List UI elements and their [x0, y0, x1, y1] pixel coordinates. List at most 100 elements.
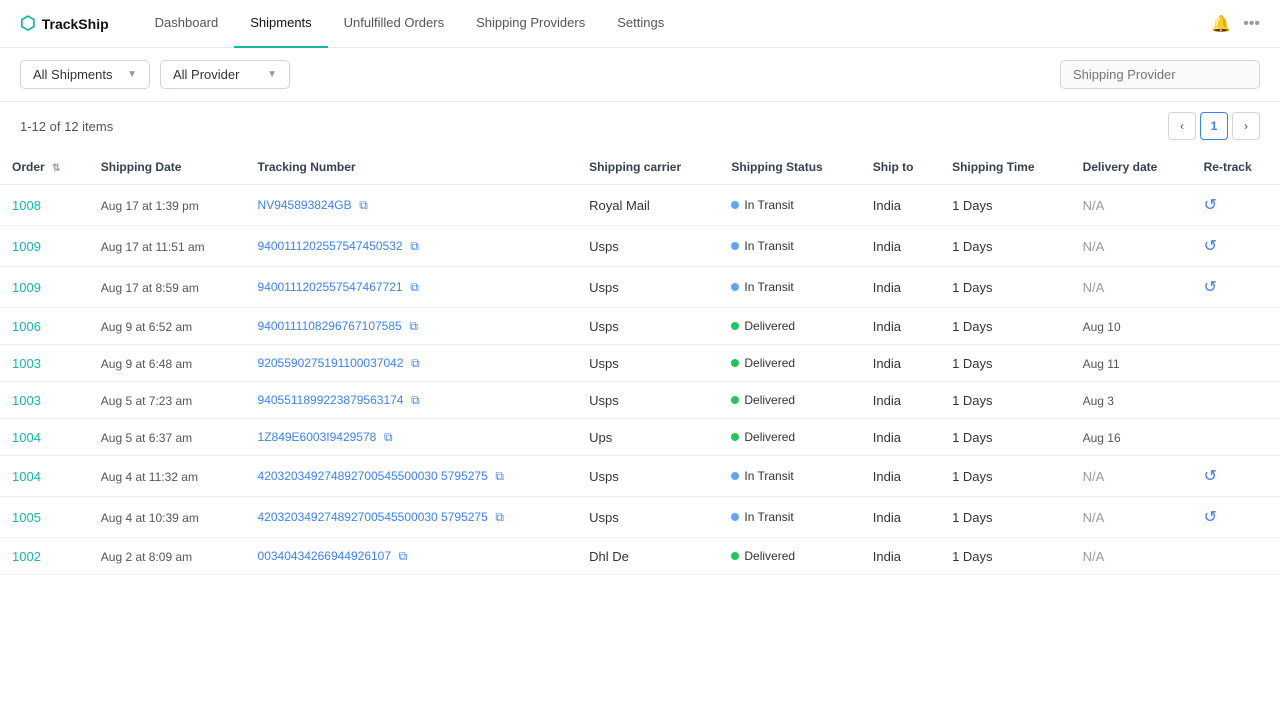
page-1-button[interactable]: 1	[1200, 112, 1228, 140]
shipping-time-value: 1 Days	[952, 198, 992, 213]
copy-icon[interactable]: ⧉	[384, 430, 393, 444]
next-page-button[interactable]: ›	[1232, 112, 1260, 140]
provider-filter-dropdown[interactable]: All Provider ▼	[160, 60, 290, 89]
search-provider-input[interactable]	[1060, 60, 1260, 89]
tracking-number-link[interactable]: 420320349274892700545500030 5795275	[258, 510, 488, 524]
items-count: 1-12 of 12 items	[20, 119, 113, 134]
shipments-filter-label: All Shipments	[33, 67, 112, 82]
retrack-button[interactable]: ↺	[1204, 468, 1217, 485]
ship-to-value: India	[873, 510, 901, 525]
bell-icon[interactable]: 🔔	[1211, 14, 1231, 34]
retrack-button[interactable]: ↺	[1204, 197, 1217, 214]
cell-delivery-date: N/A	[1071, 267, 1192, 308]
col-ship-to: Ship to	[861, 150, 940, 185]
tab-dashboard[interactable]: Dashboard	[139, 0, 235, 48]
order-link[interactable]: 1006	[12, 319, 41, 334]
copy-icon[interactable]: ⧉	[411, 356, 420, 370]
cell-delivery-date: N/A	[1071, 497, 1192, 538]
table-row: 1006 Aug 9 at 6:52 am 940011110829676710…	[0, 308, 1280, 345]
copy-icon[interactable]: ⧉	[410, 239, 419, 253]
retrack-button[interactable]: ↺	[1204, 509, 1217, 526]
tracking-number-link[interactable]: 1Z849E6003I9429578	[258, 430, 377, 444]
carrier-value: Usps	[589, 510, 619, 525]
shipments-filter-dropdown[interactable]: All Shipments ▼	[20, 60, 150, 89]
cell-shipping-time: 1 Days	[940, 226, 1071, 267]
delivery-date-value: Aug 16	[1083, 431, 1121, 445]
status-dot	[731, 552, 739, 560]
tracking-number-link[interactable]: 9400111108296767107585	[258, 319, 402, 333]
copy-icon[interactable]: ⧉	[409, 319, 418, 333]
copy-icon[interactable]: ⧉	[495, 469, 504, 483]
cell-status: Delivered	[719, 345, 860, 382]
tab-shipments[interactable]: Shipments	[234, 0, 327, 48]
cell-delivery-date: N/A	[1071, 456, 1192, 497]
ship-to-value: India	[873, 430, 901, 445]
ship-to-value: India	[873, 469, 901, 484]
copy-icon[interactable]: ⧉	[495, 510, 504, 524]
cell-retrack	[1192, 308, 1280, 345]
cell-ship-to: India	[861, 382, 940, 419]
tab-settings[interactable]: Settings	[601, 0, 680, 48]
status-dot	[731, 242, 739, 250]
retrack-button[interactable]: ↺	[1204, 279, 1217, 296]
tracking-number-link[interactable]: 9405511899223879563174	[258, 393, 404, 407]
copy-icon[interactable]: ⧉	[359, 198, 368, 212]
copy-icon[interactable]: ⧉	[410, 280, 419, 294]
tracking-number-link[interactable]: 00340434266944926107	[258, 549, 391, 563]
cell-ship-to: India	[861, 419, 940, 456]
order-link[interactable]: 1004	[12, 430, 41, 445]
cell-status: In Transit	[719, 497, 860, 538]
cell-tracking-number: 9400111108296767107585 ⧉	[246, 308, 578, 345]
tracking-number-link[interactable]: NV945893824GB	[258, 198, 352, 212]
tracking-number-link[interactable]: 9400111202557547467721	[258, 280, 403, 294]
cell-carrier: Dhl De	[577, 538, 719, 575]
status-badge: Delivered	[731, 393, 848, 407]
shipping-date-value: Aug 4 at 10:39 am	[101, 511, 199, 525]
delivery-date-value: Aug 10	[1083, 320, 1121, 334]
order-link[interactable]: 1002	[12, 549, 41, 564]
cell-shipping-time: 1 Days	[940, 267, 1071, 308]
more-options-icon[interactable]: •••	[1243, 15, 1260, 33]
cell-shipping-date: Aug 5 at 6:37 am	[89, 419, 246, 456]
ship-to-value: India	[873, 356, 901, 371]
prev-page-button[interactable]: ‹	[1168, 112, 1196, 140]
tracking-number-link[interactable]: 9400111202557547450532	[258, 239, 403, 253]
tab-unfulfilled[interactable]: Unfulfilled Orders	[328, 0, 460, 48]
status-dot	[731, 472, 739, 480]
table-header-row: Order ⇅ Shipping Date Tracking Number Sh…	[0, 150, 1280, 185]
tab-shipping-providers[interactable]: Shipping Providers	[460, 0, 601, 48]
cell-retrack	[1192, 538, 1280, 575]
copy-icon[interactable]: ⧉	[411, 393, 420, 407]
status-label: Delivered	[744, 430, 795, 444]
cell-order: 1003	[0, 382, 89, 419]
table-row: 1002 Aug 2 at 8:09 am 003404342669449261…	[0, 538, 1280, 575]
cell-carrier: Ups	[577, 419, 719, 456]
order-link[interactable]: 1003	[12, 356, 41, 371]
status-badge: Delivered	[731, 430, 848, 444]
shipping-time-value: 1 Days	[952, 469, 992, 484]
cell-order: 1009	[0, 267, 89, 308]
cell-tracking-number: 1Z849E6003I9429578 ⧉	[246, 419, 578, 456]
cell-order: 1005	[0, 497, 89, 538]
status-label: Delivered	[744, 549, 795, 563]
order-link[interactable]: 1004	[12, 469, 41, 484]
status-dot	[731, 283, 739, 291]
col-order[interactable]: Order ⇅	[0, 150, 89, 185]
order-link[interactable]: 1003	[12, 393, 41, 408]
shipments-table-wrap: Order ⇅ Shipping Date Tracking Number Sh…	[0, 150, 1280, 575]
shipping-time-value: 1 Days	[952, 280, 992, 295]
tracking-number-link[interactable]: 420320349274892700545500030 5795275	[258, 469, 488, 483]
table-row: 1008 Aug 17 at 1:39 pm NV945893824GB ⧉ R…	[0, 185, 1280, 226]
order-link[interactable]: 1009	[12, 280, 41, 295]
order-link[interactable]: 1009	[12, 239, 41, 254]
ship-to-value: India	[873, 239, 901, 254]
col-shipping-time: Shipping Time	[940, 150, 1071, 185]
copy-icon[interactable]: ⧉	[399, 549, 408, 563]
retrack-button[interactable]: ↺	[1204, 238, 1217, 255]
table-row: 1004 Aug 5 at 6:37 am 1Z849E6003I9429578…	[0, 419, 1280, 456]
table-meta: 1-12 of 12 items ‹ 1 ›	[0, 102, 1280, 150]
tracking-number-link[interactable]: 9205590275191100037042	[258, 356, 404, 370]
cell-status: Delivered	[719, 308, 860, 345]
order-link[interactable]: 1008	[12, 198, 41, 213]
order-link[interactable]: 1005	[12, 510, 41, 525]
